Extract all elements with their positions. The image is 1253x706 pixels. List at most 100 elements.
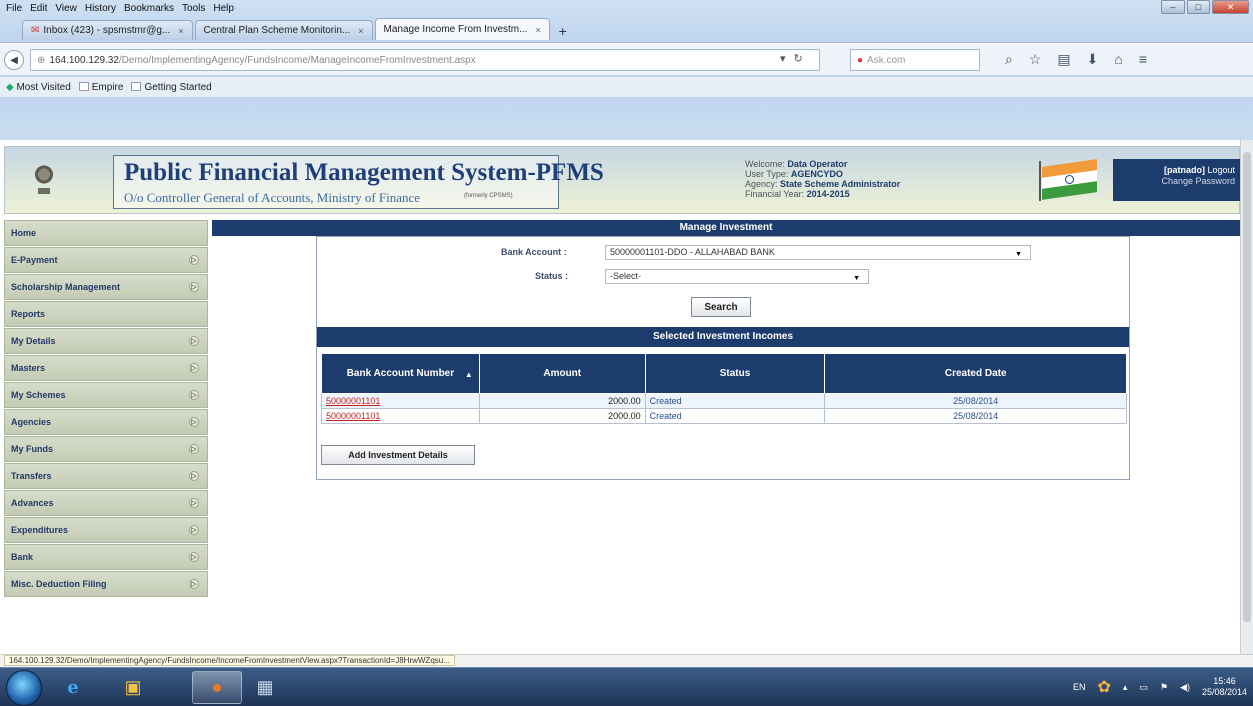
status-url: 164.100.129.32/Demo/ImplementingAgency/F…	[4, 655, 455, 666]
dropdown-icon[interactable]: ▾	[780, 52, 786, 65]
sidebar-item-label: Advances	[11, 498, 54, 508]
menu-help[interactable]: Help	[213, 3, 234, 14]
bank-account-select[interactable]: 50000001101-DDO - ALLAHABAD BANK ▼	[605, 245, 1031, 260]
bookmark-empire[interactable]: Empire	[78, 82, 123, 93]
sidebar-item-masters[interactable]: Masters ▷	[4, 355, 208, 381]
search-input[interactable]: ● Ask.com	[850, 49, 980, 71]
tab-strip: ✉ Inbox (423) - spsmstmr@g... × Central …	[22, 18, 574, 40]
sidebar-item-advances[interactable]: Advances ▷	[4, 490, 208, 516]
menu-edit[interactable]: Edit	[30, 3, 47, 14]
sidebar-item-my-schemes[interactable]: My Schemes ▷	[4, 382, 208, 408]
tray-app-icon[interactable]: ✿	[1098, 677, 1111, 697]
clipboard-icon[interactable]: ▤	[1057, 51, 1070, 68]
site-tagline: (formerly CPSMS)	[464, 193, 513, 199]
navigation-bar: ◀ ⊕ 164.100.129.32 /Demo/ImplementingAge…	[0, 42, 1253, 76]
amount-cell: 2000.00	[478, 408, 646, 424]
url-actions: ▾ ↻	[780, 52, 803, 65]
column-header-status[interactable]: Status	[644, 353, 826, 394]
status-select[interactable]: -Select- ▼	[605, 269, 869, 284]
bookmark-star-icon[interactable]: ☆	[1029, 51, 1042, 68]
tab-manage-income[interactable]: Manage Income From Investm... ×	[374, 18, 550, 40]
back-button[interactable]: ◀	[4, 50, 24, 70]
vertical-scrollbar[interactable]	[1240, 140, 1253, 654]
internet-explorer-icon[interactable]: e	[48, 671, 98, 704]
status-cell: Created	[644, 408, 826, 424]
table-header-row: Bank Account Number ▲ Amount Status Creat…	[321, 353, 1127, 394]
volume-icon[interactable]: ◀)	[1180, 682, 1190, 693]
bookmark-label: Most Visited	[16, 81, 71, 93]
national-emblem-icon	[27, 155, 61, 203]
close-tab-icon[interactable]: ×	[535, 25, 540, 35]
presentation-app-icon[interactable]: ▦	[240, 671, 290, 704]
bookmark-most-visited[interactable]: ◆ Most Visited	[6, 82, 71, 93]
account-link[interactable]: 50000001101	[321, 393, 480, 409]
menu-tools[interactable]: Tools	[182, 3, 205, 14]
account-link[interactable]: 50000001101	[321, 408, 480, 424]
firefox-icon[interactable]: ●	[192, 671, 242, 704]
show-hidden-icons[interactable]: ▴	[1123, 682, 1128, 693]
page-icon	[78, 82, 89, 92]
maximize-button[interactable]: □	[1186, 0, 1211, 14]
minimize-button[interactable]: –	[1161, 0, 1185, 14]
agency-label: Agency:	[745, 179, 778, 189]
language-indicator[interactable]: EN	[1073, 682, 1086, 692]
globe-icon: ⊕	[37, 54, 46, 66]
sidebar-item-label: My Schemes	[11, 390, 66, 400]
logout-link[interactable]: Logout	[1207, 165, 1235, 175]
column-header-amount[interactable]: Amount	[478, 353, 646, 394]
chevron-right-icon: ▷	[189, 525, 199, 535]
menu-history[interactable]: History	[85, 3, 116, 14]
sidebar-item-misc-deduction[interactable]: Misc. Deduction Filing ▷	[4, 571, 208, 597]
chevron-right-icon: ▷	[189, 579, 199, 589]
download-icon[interactable]: ⬇	[1087, 51, 1099, 68]
financial-year-label: Financial Year:	[745, 189, 805, 199]
chevron-right-icon: ▷	[189, 471, 199, 481]
bookmark-getting-started[interactable]: Getting Started	[131, 82, 212, 93]
clock-date: 25/08/2014	[1201, 687, 1247, 697]
menu-icon[interactable]: ≡	[1139, 51, 1147, 68]
windows-taskbar: e ▣ ● ▦ EN ✿ ▴ ▭ ⚑ ◀) 15:46 25/08/2014	[0, 667, 1253, 706]
home-icon[interactable]: ⌂	[1114, 51, 1122, 68]
url-bar[interactable]: ⊕ 164.100.129.32 /Demo/ImplementingAgenc…	[30, 49, 820, 71]
new-tab-button[interactable]: +	[552, 22, 574, 40]
start-button[interactable]	[6, 670, 42, 706]
tab-inbox[interactable]: ✉ Inbox (423) - spsmstmr@g... ×	[22, 20, 193, 40]
sidebar-item-transfers[interactable]: Transfers ▷	[4, 463, 208, 489]
close-tab-icon[interactable]: ×	[358, 26, 363, 36]
page-title: Manage Investment	[212, 220, 1240, 236]
page-icon	[131, 82, 142, 92]
flag-icon[interactable]: ⚑	[1160, 682, 1168, 693]
file-explorer-icon[interactable]: ▣	[108, 671, 158, 704]
status-cell: Created	[644, 393, 826, 409]
sidebar-item-bank[interactable]: Bank ▷	[4, 544, 208, 570]
add-investment-button[interactable]: Add Investment Details	[321, 445, 475, 465]
search-icon[interactable]: ⌕	[1005, 51, 1013, 68]
menu-file[interactable]: File	[6, 3, 22, 14]
financial-year-value: 2014-2015	[806, 189, 850, 199]
sidebar-item-label: My Details	[11, 336, 56, 346]
tab-cpsms[interactable]: Central Plan Scheme Monitorin... ×	[194, 20, 373, 40]
sidebar-item-e-payment[interactable]: E-Payment ▷	[4, 247, 208, 273]
menu-bookmarks[interactable]: Bookmarks	[124, 3, 174, 14]
sidebar-item-home[interactable]: Home	[4, 220, 208, 246]
sidebar-item-scholarship[interactable]: Scholarship Management ▷	[4, 274, 208, 300]
bookmarks-toolbar: ◆ Most Visited Empire Getting Started	[0, 77, 1253, 97]
sidebar-item-reports[interactable]: Reports	[4, 301, 208, 327]
search-button[interactable]: Search	[691, 297, 751, 317]
column-header-created-date[interactable]: Created Date	[824, 353, 1127, 394]
clock[interactable]: 15:46 25/08/2014	[1202, 676, 1247, 698]
close-tab-icon[interactable]: ×	[178, 26, 183, 36]
close-window-button[interactable]: ✕	[1212, 0, 1250, 14]
change-password-link[interactable]: Change Password	[1119, 176, 1235, 187]
sidebar-item-expenditures[interactable]: Expenditures ▷	[4, 517, 208, 543]
column-header-account[interactable]: Bank Account Number ▲	[321, 353, 480, 394]
network-icon[interactable]: ▭	[1139, 682, 1148, 693]
sidebar-item-my-details[interactable]: My Details ▷	[4, 328, 208, 354]
mail-icon: ✉	[31, 25, 40, 36]
bank-account-value: 50000001101-DDO - ALLAHABAD BANK	[610, 247, 775, 257]
sidebar-item-my-funds[interactable]: My Funds ▷	[4, 436, 208, 462]
menu-view[interactable]: View	[55, 3, 77, 14]
scrollbar-thumb[interactable]	[1243, 152, 1251, 622]
reload-icon[interactable]: ↻	[794, 52, 803, 65]
sidebar-item-agencies[interactable]: Agencies ▷	[4, 409, 208, 435]
